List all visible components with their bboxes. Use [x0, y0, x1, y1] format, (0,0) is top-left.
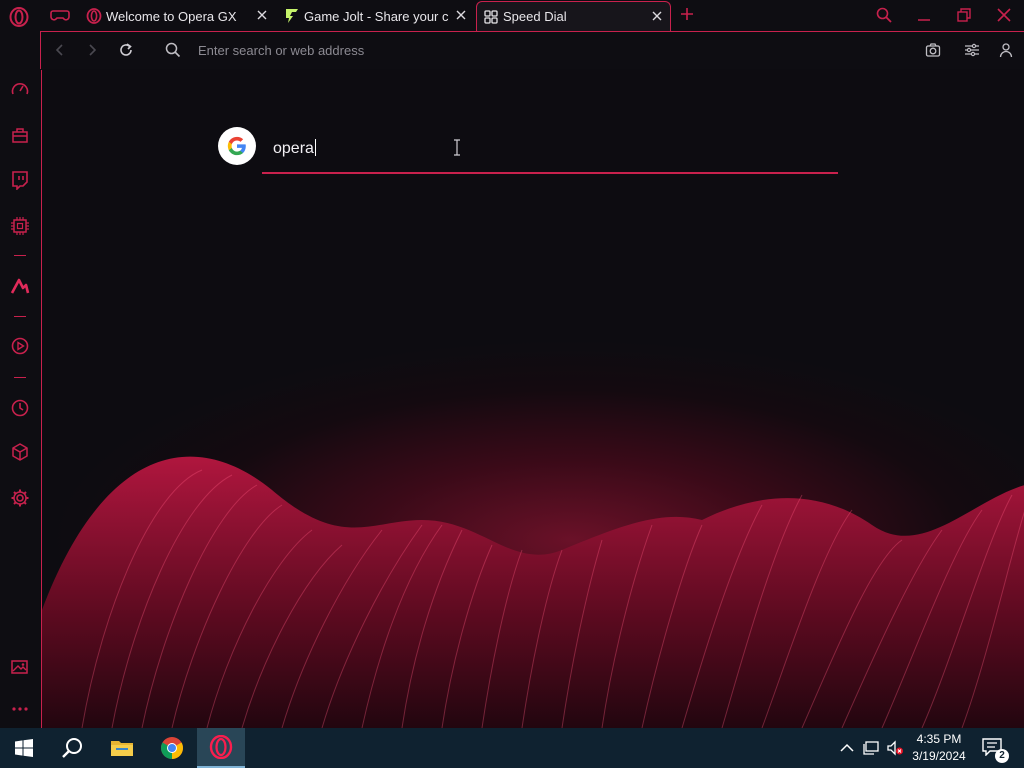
wallpaper-waves: [42, 456, 1024, 728]
back-icon[interactable]: [52, 42, 68, 58]
extensions-icon[interactable]: [10, 442, 30, 462]
close-window-icon[interactable]: [996, 7, 1012, 23]
start-button[interactable]: [0, 728, 48, 768]
search-underline: [262, 172, 838, 174]
clock-date: 3/19/2024: [912, 749, 966, 763]
search-tabs-icon[interactable]: [876, 7, 892, 23]
action-center-button[interactable]: 2: [982, 738, 1009, 763]
tab-speed-dial[interactable]: Speed Dial: [476, 1, 671, 31]
tab-welcome[interactable]: Welcome to Opera GX: [80, 1, 275, 31]
settings-icon[interactable]: [10, 488, 30, 508]
more-icon[interactable]: [10, 699, 30, 719]
tab-bar: Welcome to Opera GX Game Jolt - Share yo…: [0, 0, 1024, 31]
tab-game-jolt[interactable]: Game Jolt - Share your crea: [278, 1, 474, 31]
sidebar: [0, 31, 40, 728]
new-tab-icon[interactable]: [679, 6, 695, 22]
gamejolt-icon: [286, 9, 298, 23]
address-bar: Enter search or web address: [40, 31, 1024, 69]
text-caret: [314, 139, 316, 156]
sidebar-divider: [14, 377, 26, 378]
forward-icon[interactable]: [84, 42, 100, 58]
search-icon: [165, 42, 181, 58]
text-cursor-icon: [454, 139, 460, 156]
opera-gx-icon: [209, 735, 233, 759]
history-icon[interactable]: [10, 398, 30, 418]
taskbar-search-button[interactable]: [48, 728, 96, 768]
restore-icon[interactable]: [956, 7, 972, 23]
chrome-button[interactable]: [148, 728, 196, 768]
close-tab-icon[interactable]: [454, 8, 468, 22]
twitch-icon[interactable]: [10, 170, 30, 190]
tab-title: Speed Dial: [503, 9, 567, 24]
chrome-icon: [161, 737, 183, 759]
opera-gx-window: Welcome to Opera GX Game Jolt - Share yo…: [0, 0, 1024, 768]
chevron-up-icon[interactable]: [838, 739, 856, 757]
sidebar-divider: [14, 316, 26, 317]
speed-dial-page: opera: [41, 70, 1024, 728]
easy-setup-icon[interactable]: [964, 42, 980, 58]
google-icon: [227, 136, 246, 156]
opera-menu-icon[interactable]: [9, 7, 29, 27]
tab-title: Game Jolt - Share your crea: [304, 8, 449, 24]
windows-taskbar: 4:35 PM 3/19/2024 2: [0, 728, 1024, 768]
gx-control-icon[interactable]: [50, 7, 70, 23]
file-explorer-icon: [111, 741, 133, 756]
shopping-bag-icon[interactable]: [10, 125, 30, 145]
camera-icon[interactable]: [925, 42, 941, 58]
start-icon: [15, 739, 33, 757]
notification-count: 2: [995, 749, 1009, 763]
volume-muted-icon[interactable]: [886, 739, 904, 757]
search-engine-button[interactable]: [218, 127, 256, 165]
search-icon: [62, 738, 82, 758]
address-input[interactable]: Enter search or web address: [198, 43, 364, 58]
aria-icon[interactable]: [10, 276, 30, 296]
speed-dial-icon: [484, 9, 498, 24]
speed-dial-search-input[interactable]: opera: [273, 139, 316, 158]
reload-icon[interactable]: [118, 42, 134, 58]
file-explorer-button[interactable]: [98, 728, 146, 768]
close-tab-icon[interactable]: [650, 9, 664, 23]
close-tab-icon[interactable]: [255, 8, 269, 22]
search-value: opera: [273, 140, 314, 157]
cpu-icon[interactable]: [10, 216, 30, 236]
player-icon[interactable]: [10, 336, 30, 356]
minimize-icon[interactable]: [916, 7, 932, 23]
network-icon[interactable]: [862, 739, 880, 757]
account-icon[interactable]: [998, 42, 1014, 58]
speedometer-icon[interactable]: [10, 80, 30, 100]
opera-gx-taskbar-button[interactable]: [197, 728, 245, 768]
tab-title: Welcome to Opera GX: [106, 8, 237, 24]
wallpaper-icon[interactable]: [10, 657, 30, 677]
clock-time: 4:35 PM: [916, 732, 962, 746]
system-clock[interactable]: 4:35 PM 3/19/2024: [906, 731, 972, 765]
sidebar-divider: [14, 255, 26, 256]
opera-icon: [86, 8, 102, 24]
